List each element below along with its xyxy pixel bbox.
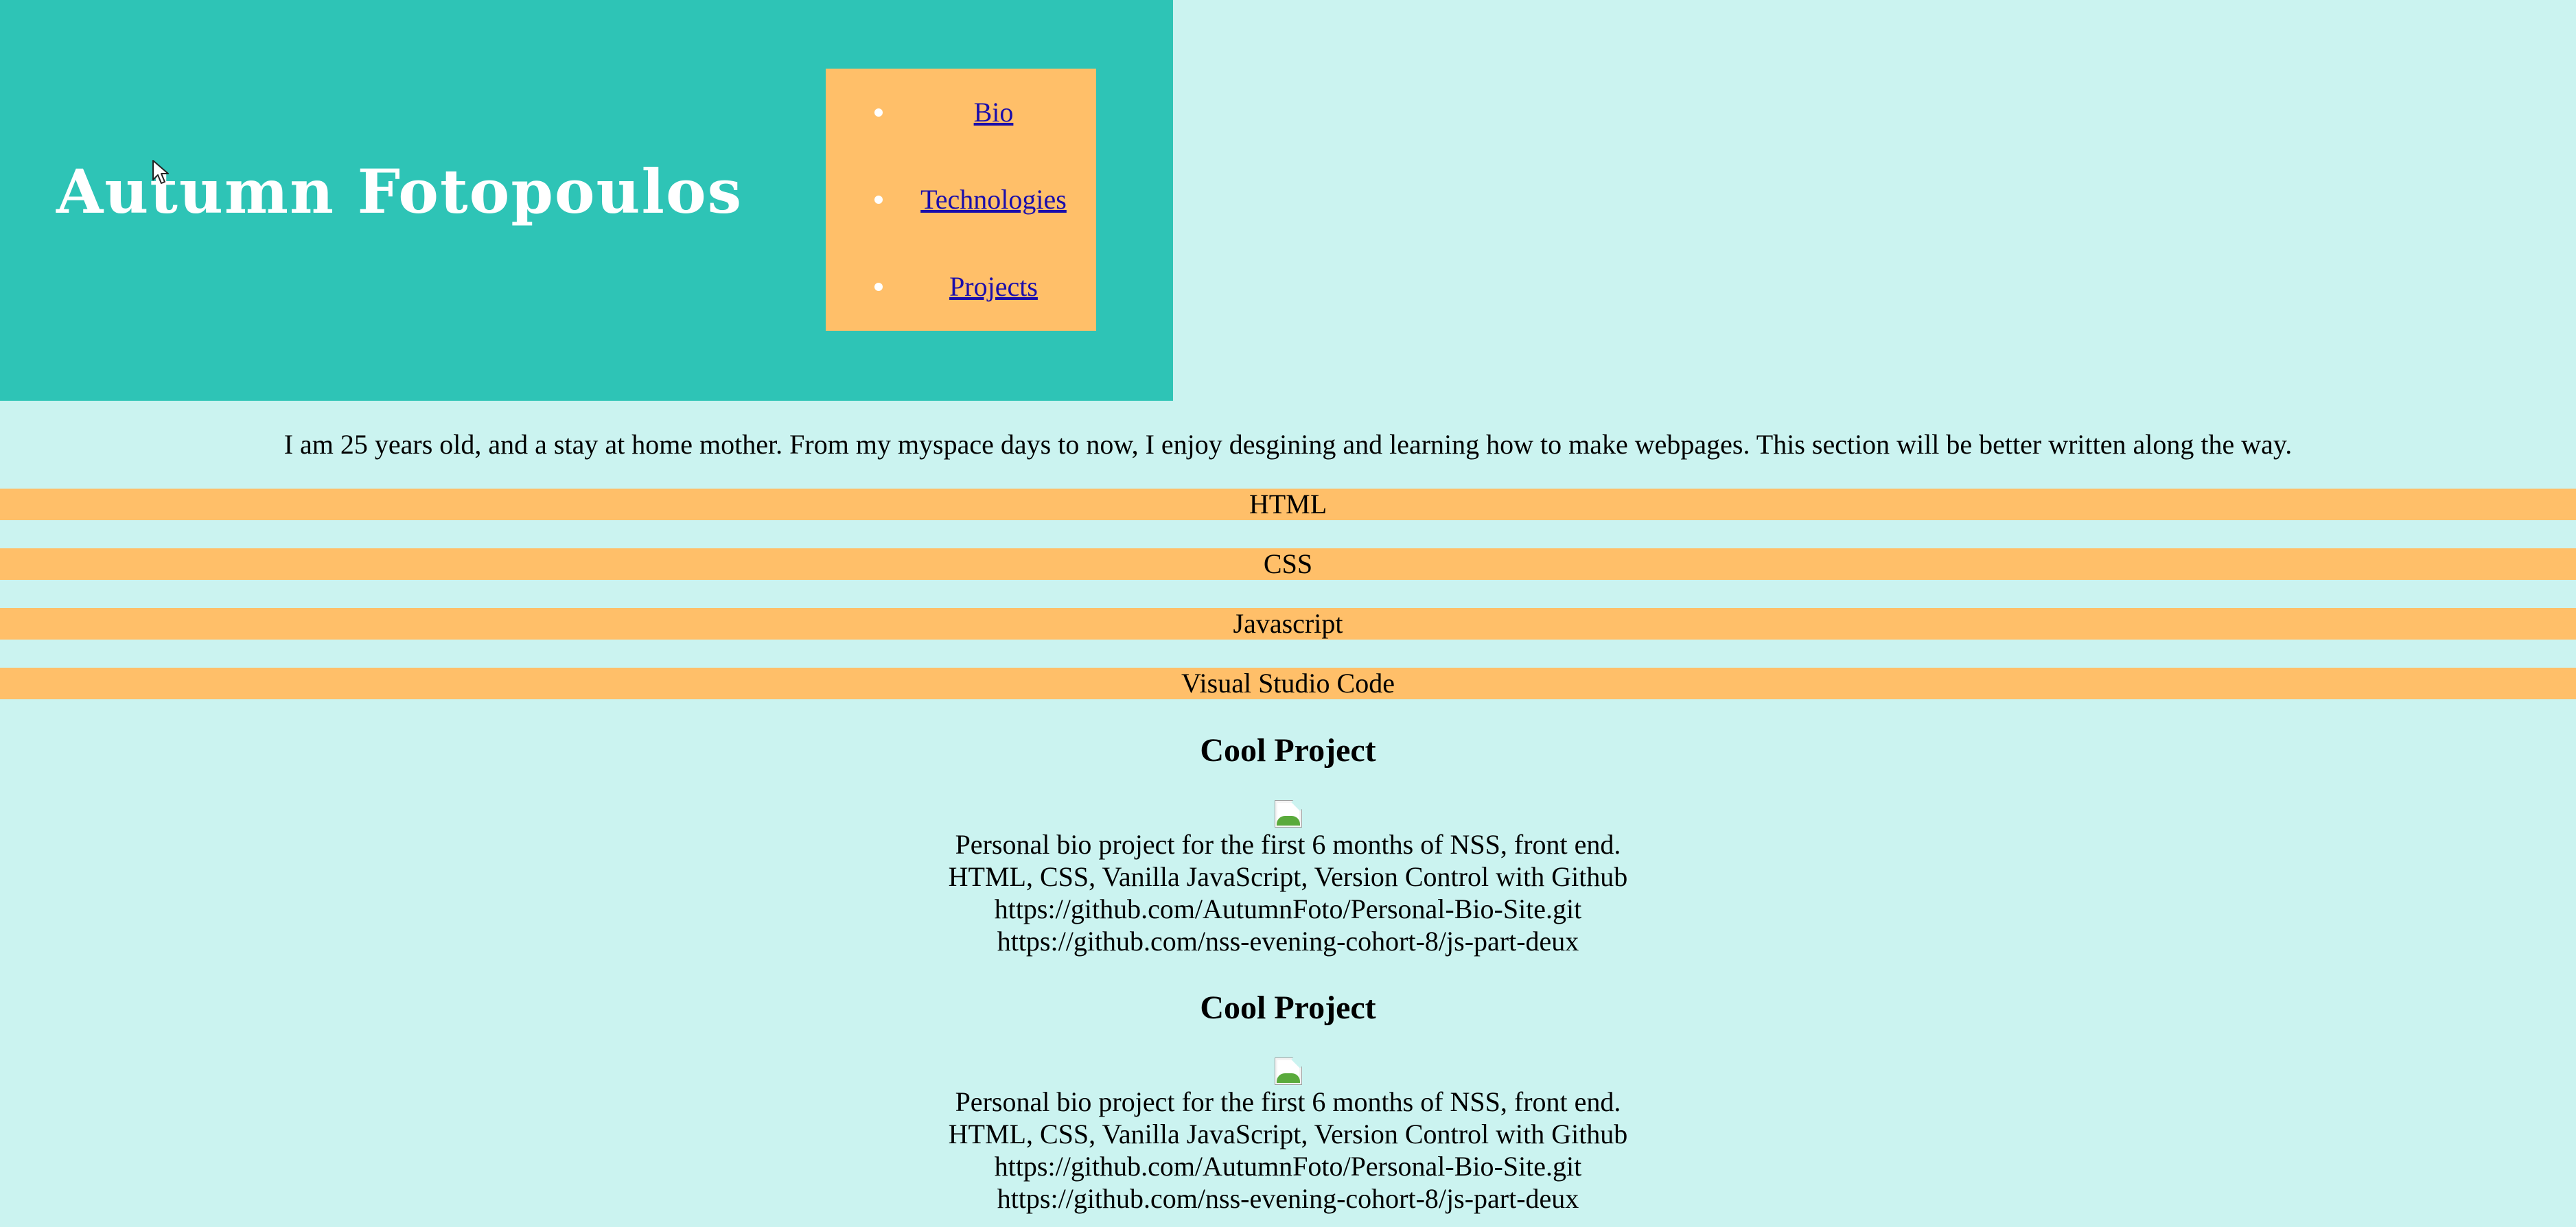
site-header: Autumn Fotopoulos Bio Technologies Proje… [0, 0, 1173, 401]
nav-link-bio[interactable]: Bio [891, 92, 1096, 133]
technology-item-javascript: Javascript [0, 608, 2576, 640]
bio-text: I am 25 years old, and a stay at home mo… [283, 429, 2293, 460]
nav-item-projects: Projects [826, 266, 1096, 307]
project-tech: HTML, CSS, Vanilla JavaScript, Version C… [948, 1119, 1628, 1149]
nav-bullet [874, 196, 883, 204]
nav-bullet [874, 108, 883, 117]
technology-item-html: HTML [0, 489, 2576, 520]
project-description: Personal bio project for the first 6 mon… [955, 1086, 1621, 1117]
mouse-pointer-icon [152, 160, 169, 184]
project-link-cohort: https://github.com/nss-evening-cohort-8/… [997, 926, 1579, 957]
nav-menu: Bio Technologies Projects [826, 69, 1096, 331]
project-title: Cool Project [1200, 990, 1376, 1026]
nav-bullet [874, 283, 883, 291]
nav-link-technologies[interactable]: Technologies [891, 179, 1096, 220]
technology-item-css: CSS [0, 548, 2576, 580]
project-tech: HTML, CSS, Vanilla JavaScript, Version C… [948, 861, 1628, 892]
project-link-cohort: https://github.com/nss-evening-cohort-8/… [997, 1183, 1579, 1214]
nav-item-bio: Bio [826, 92, 1096, 133]
project-link-repo: https://github.com/AutumnFoto/Personal-B… [994, 893, 1582, 924]
broken-image-icon [1274, 793, 1309, 828]
project-link-repo: https://github.com/AutumnFoto/Personal-B… [994, 1151, 1582, 1182]
technology-item-visual-studio-code: Visual Studio Code [0, 668, 2576, 699]
project-description: Personal bio project for the first 6 mon… [955, 829, 1621, 860]
nav-link-projects[interactable]: Projects [891, 266, 1096, 307]
nav-item-technologies: Technologies [826, 179, 1096, 220]
broken-image-icon [1274, 1051, 1309, 1085]
project-title: Cool Project [1200, 732, 1376, 769]
